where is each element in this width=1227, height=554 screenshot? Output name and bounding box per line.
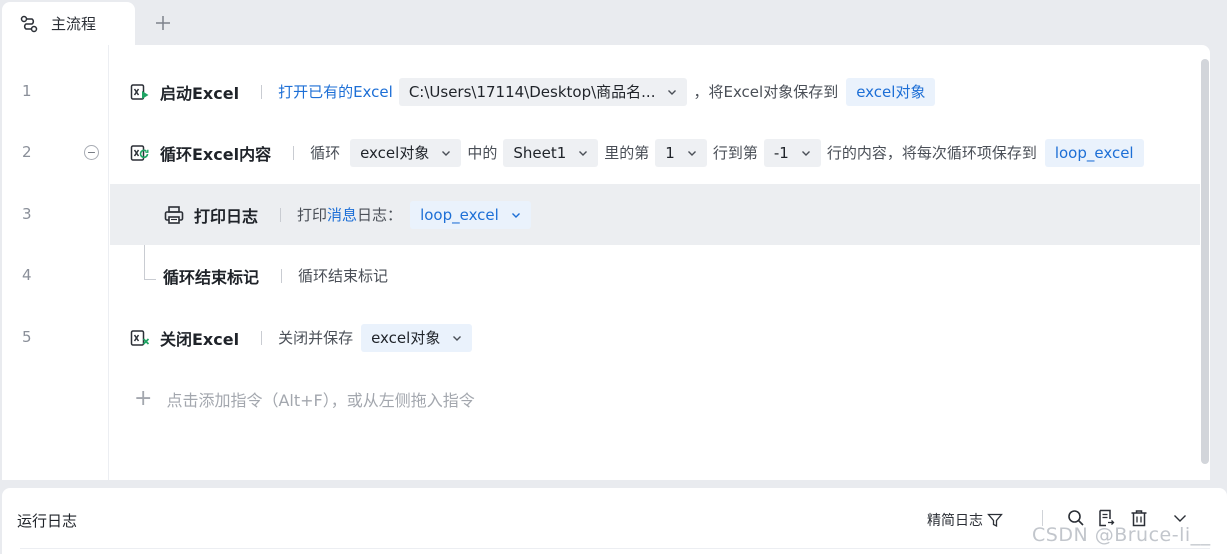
simplified-log-filter[interactable]: 精简日志 bbox=[927, 510, 1003, 530]
chevron-down-icon bbox=[511, 212, 520, 218]
tab-bar: 主流程 bbox=[0, 0, 1227, 45]
command-row-close-excel[interactable]: 关闭Excel 关闭并保存 excel对象 bbox=[110, 307, 1200, 368]
excel-close-icon bbox=[130, 329, 150, 346]
log-panel-title: 运行日志 bbox=[17, 512, 78, 530]
save-loop-text: 行的内容，将每次循环项保存到 bbox=[826, 144, 1037, 162]
command-title: 打印日志 bbox=[194, 206, 259, 226]
command-title: 关闭Excel bbox=[160, 329, 240, 349]
output-variable[interactable]: excel对象 bbox=[846, 77, 936, 106]
add-tab-button[interactable] bbox=[152, 12, 174, 34]
line-number: 3 bbox=[22, 205, 32, 223]
divider bbox=[261, 84, 263, 99]
command-description: 关闭并保存 bbox=[278, 329, 354, 347]
chevron-down-icon bbox=[579, 150, 588, 156]
divider bbox=[261, 330, 263, 345]
divider bbox=[280, 207, 282, 222]
line-number: 5 bbox=[22, 328, 32, 346]
start-row-value: 1 bbox=[665, 143, 675, 162]
excel-object-value: excel对象 bbox=[371, 329, 441, 347]
excel-object-select[interactable]: excel对象 bbox=[361, 323, 473, 352]
log-value-select[interactable]: loop_excel bbox=[410, 200, 531, 229]
start-row-select[interactable]: 1 bbox=[655, 138, 707, 167]
print-text: 打印 bbox=[297, 206, 328, 224]
in-text: 中的 bbox=[467, 144, 498, 162]
log-table-header bbox=[20, 548, 1210, 554]
printer-icon bbox=[164, 205, 184, 224]
command-description: 循环结束标记 bbox=[298, 267, 389, 285]
file-path-value: C:\Users\17114\Desktop\商品名... bbox=[408, 83, 656, 101]
chevron-down-icon bbox=[687, 150, 696, 156]
line-number: 2 bbox=[22, 143, 32, 161]
vertical-scrollbar[interactable] bbox=[1201, 59, 1209, 464]
command-title: 启动Excel bbox=[160, 83, 240, 103]
command-title: 循环结束标记 bbox=[163, 267, 260, 287]
flow-icon bbox=[20, 15, 38, 32]
end-row-select[interactable]: -1 bbox=[763, 138, 821, 167]
loop-text: 循环 bbox=[310, 144, 341, 162]
chevron-down-icon bbox=[453, 335, 462, 341]
command-row-launch-excel[interactable]: 启动Excel 打开已有的Excel C:\Users\17114\Deskto… bbox=[110, 61, 1200, 122]
log-text: 日志： bbox=[357, 206, 403, 224]
chevron-down-icon bbox=[801, 150, 810, 156]
chevron-down-icon bbox=[668, 89, 677, 95]
tab-label: 主流程 bbox=[51, 15, 97, 33]
command-title: 循环Excel内容 bbox=[160, 144, 272, 164]
sheet-value: Sheet1 bbox=[513, 143, 567, 162]
chevron-down-icon bbox=[442, 150, 451, 156]
divider bbox=[281, 268, 283, 283]
excel-launch-icon bbox=[130, 83, 149, 100]
watermark: CSDN @Bruce-li__ bbox=[1032, 524, 1211, 546]
command-row-print-log[interactable]: 打印日志 打印 消息 日志： loop_excel bbox=[110, 184, 1200, 245]
divider bbox=[293, 145, 295, 160]
log-value: loop_excel bbox=[420, 205, 499, 224]
from-row-text: 里的第 bbox=[604, 144, 650, 162]
collapse-toggle[interactable]: − bbox=[84, 145, 99, 160]
sheet-select[interactable]: Sheet1 bbox=[503, 138, 599, 167]
plus-icon bbox=[156, 16, 170, 30]
flow-editor: 1 2 3 4 5 − 启动Excel 打开已有的Excel C:\Users\… bbox=[2, 45, 1210, 480]
loop-variable[interactable]: loop_excel bbox=[1044, 138, 1144, 167]
command-row-loop-excel[interactable]: 循环Excel内容 循环 excel对象 中的 Sheet1 里的第 1 行到第… bbox=[110, 122, 1200, 183]
add-instruction-hint: 点击添加指令（Alt+F），或从左侧拖入指令 bbox=[166, 391, 475, 410]
excel-loop-icon bbox=[130, 144, 149, 161]
line-number: 4 bbox=[22, 266, 32, 284]
add-instruction-row[interactable]: + 点击添加指令（Alt+F），或从左侧拖入指令 bbox=[110, 369, 475, 429]
line-gutter: 1 2 3 4 5 − bbox=[2, 45, 109, 480]
open-mode-link[interactable]: 打开已有的Excel bbox=[278, 81, 393, 102]
excel-object-value: excel对象 bbox=[360, 144, 430, 162]
filter-label: 精简日志 bbox=[927, 513, 983, 529]
end-row-value: -1 bbox=[773, 143, 789, 162]
file-path-select[interactable]: C:\Users\17114\Desktop\商品名... bbox=[398, 77, 688, 106]
log-level-link[interactable]: 消息 bbox=[327, 204, 357, 225]
excel-object-select[interactable]: excel对象 bbox=[350, 138, 462, 167]
plus-icon: + bbox=[134, 386, 153, 411]
line-number: 1 bbox=[22, 82, 32, 100]
tab-main-flow[interactable]: 主流程 bbox=[2, 2, 135, 45]
command-row-loop-end[interactable]: 循环结束标记 循环结束标记 bbox=[110, 245, 1200, 306]
filter-icon bbox=[987, 513, 1003, 528]
to-row-text: 行到第 bbox=[712, 144, 758, 162]
save-to-text: ，将Excel对象保存到 bbox=[693, 83, 839, 101]
